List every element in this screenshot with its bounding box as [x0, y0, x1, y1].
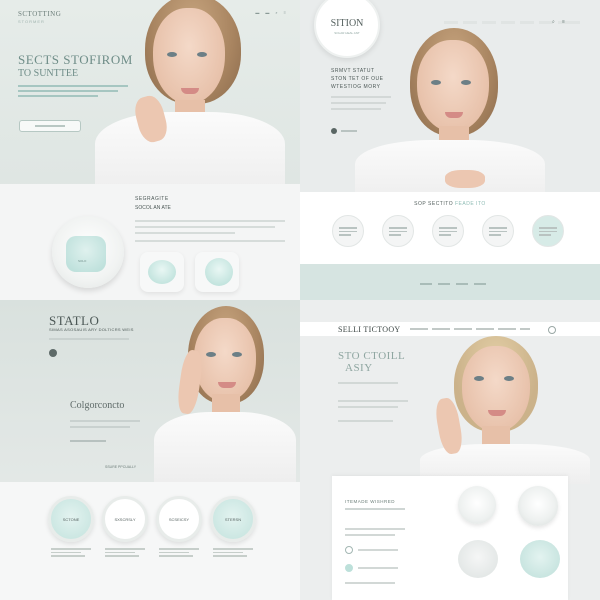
feature-ring[interactable]: STERSN [210, 496, 256, 542]
ring-text [213, 548, 253, 559]
section-subtitle: SOCOL AN ATE [135, 205, 171, 211]
cta-button[interactable] [19, 120, 81, 132]
small-caption [70, 440, 106, 442]
jar-lid [148, 260, 176, 284]
hero-title: STO CTOILL [338, 350, 406, 362]
text-line [135, 232, 235, 234]
ring-label: SXSCRSLY [114, 516, 136, 522]
ring-label: SCSEICSY [168, 516, 190, 522]
model-portrait [355, 20, 545, 200]
feature-icon [345, 546, 353, 554]
circle-text [539, 227, 557, 238]
footer-link[interactable] [438, 283, 450, 285]
model-portrait [95, 0, 295, 192]
text-line [358, 549, 398, 551]
hero-subtitle: TO SUNTTEE [18, 68, 79, 79]
circle-text [389, 227, 407, 238]
play-button-icon[interactable] [331, 128, 337, 134]
circle-text [339, 227, 357, 238]
model-portrait [150, 300, 300, 482]
model-portrait [420, 336, 590, 484]
nav-item[interactable] [454, 328, 472, 330]
text-line [345, 534, 395, 536]
nav-item[interactable] [498, 328, 516, 330]
mockup-panel-4: SELLI TICTOOY STO CTOILL ASIY ITEMADE WI… [300, 300, 600, 600]
nav-item[interactable] [410, 328, 428, 330]
product-image[interactable] [518, 486, 558, 526]
ring-text [159, 548, 199, 559]
text-line [70, 420, 140, 422]
product-image[interactable] [458, 486, 496, 524]
feature-ring[interactable]: SCSEICSY [156, 496, 202, 542]
collage: SCTOTTING STORMER ▬ ▬ ⌕ ≡ SECTS STOFIROM… [0, 0, 600, 600]
nav-item[interactable] [476, 328, 494, 330]
ring-text [105, 548, 145, 559]
brand-logo[interactable]: SELLI TICTOOY [338, 325, 401, 334]
footer-link[interactable] [474, 283, 486, 285]
feature-icon [345, 564, 353, 572]
section-title: SEGRAGITE [135, 196, 169, 202]
features-section [0, 482, 300, 600]
text-line [135, 220, 285, 222]
section-heading: Colgorconcto [70, 400, 125, 411]
ring-text [51, 548, 91, 559]
mockup-panel-3: STATLO SIMAS ASOSAUIS ARY DOLTICRS WEIS … [0, 300, 300, 600]
product-label: SOLO [78, 259, 87, 263]
search-icon[interactable] [548, 326, 556, 334]
section-title: SOP SECTITO FEADE ITO [414, 201, 486, 207]
circle-text [439, 227, 457, 238]
nav-item[interactable] [520, 328, 530, 330]
product-image[interactable] [458, 540, 498, 578]
text-line [338, 406, 398, 408]
brand-logo[interactable]: SCTOTTING [18, 10, 61, 18]
footer [300, 264, 600, 300]
menu-icon[interactable]: ≡ [562, 19, 565, 25]
mockup-panel-1: SCTOTTING STORMER ▬ ▬ ⌕ ≡ SECTS STOFIROM… [0, 0, 300, 300]
text-line [338, 382, 398, 384]
text-line [358, 567, 398, 569]
ring-label: SCTONE [62, 516, 80, 522]
nav-item[interactable] [432, 328, 450, 330]
search-icon[interactable]: ⌕ [552, 19, 555, 25]
play-button-icon[interactable] [49, 349, 57, 357]
text-line [338, 400, 408, 402]
text-line [338, 420, 393, 422]
pill-link[interactable]: SSURE PPCUALLY [105, 465, 136, 469]
feature-ring[interactable]: SXSCRSLY [102, 496, 148, 542]
text-line [345, 528, 405, 530]
brand-subtitle: SIMAS ASOSAUIS ARY DOLTICRS WEIS [49, 327, 134, 332]
footer-links [420, 283, 486, 285]
brand-tagline: STORMER [18, 19, 45, 24]
jar-lid [205, 258, 233, 286]
cushion-pad [66, 236, 106, 272]
product-image[interactable] [520, 540, 560, 578]
card-title: ITEMADE WISHRED [345, 499, 396, 504]
hero-title-line-2: ASIY [345, 362, 373, 374]
text-line [49, 338, 129, 340]
text-line [135, 240, 285, 242]
feature-ring[interactable]: SCTONE [48, 496, 94, 542]
mockup-panel-2: SITION SOLAR HEAL ANT ⌕ ≡ SRMVT STATUT S… [300, 0, 600, 300]
circle-text [489, 227, 507, 238]
text-line [70, 426, 130, 428]
ring-label: STERSN [224, 516, 242, 522]
text-line [135, 226, 275, 228]
footer-link[interactable] [456, 283, 468, 285]
footer-link[interactable] [420, 283, 432, 285]
text-line [345, 582, 395, 584]
card-subtitle [345, 508, 405, 510]
top-nav [410, 328, 530, 330]
